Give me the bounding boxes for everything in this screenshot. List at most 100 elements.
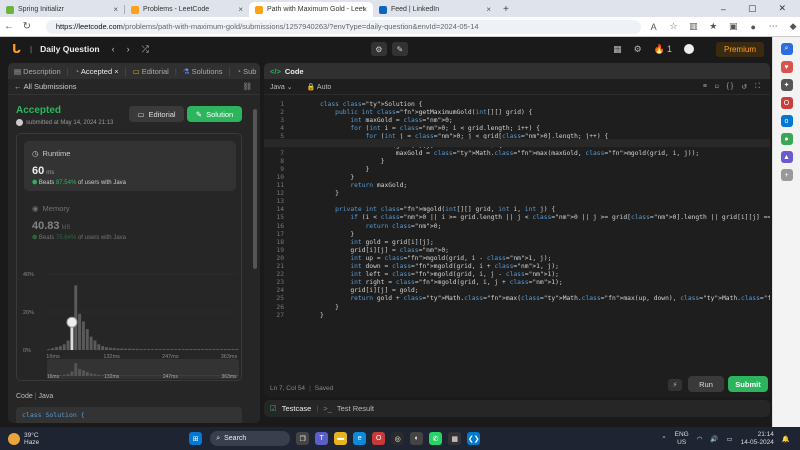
distribution-bar: [154, 349, 158, 350]
browser-tab-path-gold[interactable]: Path with Maximum Gold - Leet ×: [249, 2, 373, 17]
language-select[interactable]: Java ⌄: [270, 83, 293, 91]
shuffle-icon[interactable]: ⤮: [142, 44, 149, 55]
profile-icon[interactable]: ●: [746, 22, 760, 32]
wifi-icon[interactable]: ◠: [697, 435, 703, 443]
eclipse-icon[interactable]: ◐: [410, 432, 424, 445]
file-explorer-icon[interactable]: ▬: [334, 432, 348, 445]
windows-start-icon[interactable]: ⊞: [189, 432, 203, 445]
scrollbar[interactable]: [253, 109, 257, 269]
distribution-bar: [208, 349, 212, 350]
browser-tab-spring[interactable]: Spring Initializr ×: [0, 2, 124, 17]
address-bar[interactable]: https://leetcode.com/problems/path-with-…: [45, 19, 641, 34]
volume-icon[interactable]: 🔊: [710, 435, 718, 443]
streak-counter[interactable]: 🔥 1: [654, 44, 672, 55]
runtime-box[interactable]: ◷ Runtime 60 ms ⬢ Beats 87.54% of users wi…: [24, 141, 236, 191]
clock[interactable]: 21:14 14-05-2024: [741, 431, 774, 447]
games-icon[interactable]: ●: [780, 133, 793, 145]
fullscreen-icon[interactable]: ⛶: [755, 83, 760, 91]
braces-icon[interactable]: { }: [727, 83, 734, 91]
memory-box[interactable]: ◉ Memory 40.83 MB ⬢ Beats 75.64% of users …: [24, 196, 236, 246]
teams-icon[interactable]: T: [315, 432, 329, 445]
browser-toolbar: ← ↻ https://leetcode.com/problems/path-w…: [0, 17, 800, 37]
premium-button[interactable]: Premium: [715, 41, 764, 57]
system-tray: ⌃ ENG US ◠ 🔊 ▭ 21:14 14-05-2024 🔔: [661, 431, 800, 447]
run-button[interactable]: Run: [688, 376, 724, 392]
all-submissions-link[interactable]: ← All Submissions ⛓: [8, 79, 260, 95]
tab-test-result[interactable]: Test Result: [337, 404, 374, 413]
shopping-icon[interactable]: ♥: [780, 61, 793, 73]
distribution-bar: [66, 340, 70, 350]
tab-description[interactable]: ▤ Description: [14, 67, 61, 76]
console-icon[interactable]: ⚡: [668, 379, 682, 391]
daily-question-link[interactable]: Daily Question: [40, 44, 100, 54]
weather-widget[interactable]: 39°C Haze: [0, 432, 39, 446]
close-tab-icon[interactable]: ×: [238, 5, 243, 14]
solution-button[interactable]: ✎ Solution: [187, 106, 242, 122]
collections-icon[interactable]: ▣: [726, 21, 740, 32]
distribution-bar: [177, 349, 181, 350]
read-aloud-icon[interactable]: A: [647, 22, 661, 32]
battery-icon[interactable]: ▭: [727, 435, 733, 443]
split-screen-icon[interactable]: ▥: [686, 21, 700, 32]
copilot-icon[interactable]: ◆: [786, 21, 800, 32]
runtime-distribution-chart[interactable]: 40%20%0% 16ms 132ms 247ms 363ms 16ms 132ms 24…: [17, 252, 243, 382]
tab-accepted[interactable]: ◔ Accepted ×: [75, 67, 119, 76]
settings-icon[interactable]: ⚙: [634, 44, 642, 55]
drop-icon[interactable]: ▲: [780, 151, 793, 163]
leetcode-logo-icon[interactable]: ᒐ: [12, 42, 26, 56]
all-submissions-label: All Submissions: [23, 82, 77, 91]
add-sidebar-icon[interactable]: +: [780, 169, 793, 181]
tab-solutions[interactable]: ⚗ Solutions: [183, 67, 223, 76]
close-tab-icon[interactable]: ×: [113, 5, 118, 14]
notifications-icon[interactable]: 🔔: [782, 435, 790, 443]
tools-icon[interactable]: ✦: [780, 79, 793, 91]
more-icon[interactable]: ⋯: [766, 21, 780, 32]
next-problem-icon[interactable]: ›: [127, 44, 130, 54]
reset-icon[interactable]: ↺: [741, 83, 747, 91]
code-line: }: [320, 303, 339, 311]
notes-icon[interactable]: ✎: [391, 42, 408, 56]
github-icon[interactable]: ◎: [391, 432, 405, 445]
new-tab-icon[interactable]: +: [503, 4, 509, 15]
language-indicator[interactable]: ENG US: [675, 431, 689, 447]
minimize-icon[interactable]: –: [721, 4, 726, 14]
close-tab-icon[interactable]: ×: [362, 5, 367, 14]
tab-submissions[interactable]: ◔ Sub: [236, 67, 256, 76]
submit-button[interactable]: Submit: [728, 376, 768, 392]
chevron-up-icon[interactable]: ⌃: [661, 435, 666, 443]
browser-tab-problems[interactable]: Problems - LeetCode ×: [125, 2, 249, 17]
back-icon[interactable]: ←: [0, 21, 18, 32]
layout-icon[interactable]: ▦: [613, 44, 622, 55]
bookmark-icon[interactable]: ⌑: [715, 83, 719, 91]
search-sidebar-icon[interactable]: ⌕: [780, 43, 793, 55]
store-icon[interactable]: ▦: [448, 432, 462, 445]
line-number: 3: [280, 117, 284, 125]
taskbar-search[interactable]: ⌕ Search: [210, 431, 291, 446]
browser-tab-linkedin[interactable]: Feed | LinkedIn ×: [373, 2, 497, 17]
reload-icon[interactable]: ↻: [18, 21, 36, 32]
editorial-button[interactable]: ▭ Editorial: [129, 106, 184, 122]
favorite-icon[interactable]: ☆: [667, 21, 681, 32]
line-number: 23: [276, 279, 284, 287]
share-link-icon[interactable]: ⛓: [242, 82, 252, 91]
whatsapp-icon[interactable]: ✆: [429, 432, 443, 445]
close-tab-icon[interactable]: ×: [486, 5, 491, 14]
format-icon[interactable]: ≡: [703, 83, 707, 91]
vscode-icon[interactable]: ❮❯: [467, 432, 481, 445]
task-view-icon[interactable]: ❐: [296, 432, 310, 445]
line-number: 7: [280, 149, 284, 157]
close-tab-icon[interactable]: ×: [114, 67, 118, 76]
avatar[interactable]: [683, 44, 694, 54]
auto-toggle[interactable]: 🔒 Auto: [307, 83, 332, 91]
edge-icon[interactable]: e: [353, 432, 367, 445]
office-icon[interactable]: O: [780, 97, 793, 109]
favorites-icon[interactable]: ★: [706, 21, 720, 32]
maximize-icon[interactable]: ▢: [748, 3, 757, 14]
debug-icon[interactable]: ⚙: [370, 42, 387, 56]
tab-editorial[interactable]: ▭ Editorial: [133, 67, 169, 76]
office-app-icon[interactable]: O: [372, 432, 386, 445]
tab-testcase[interactable]: Testcase: [282, 404, 312, 413]
outlook-icon[interactable]: o: [780, 115, 793, 127]
prev-problem-icon[interactable]: ‹: [112, 44, 115, 54]
close-window-icon[interactable]: ✕: [778, 3, 786, 14]
